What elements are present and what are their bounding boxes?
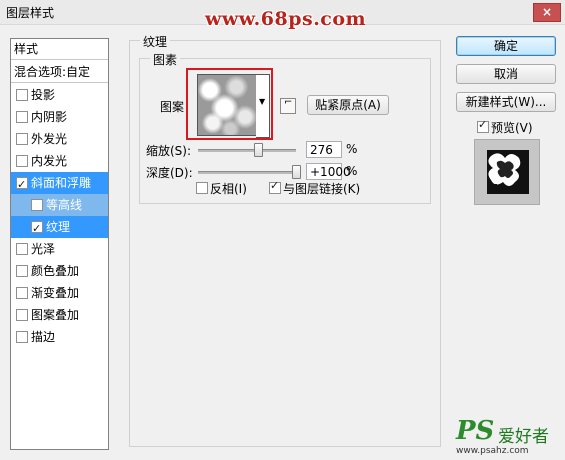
checkbox-icon[interactable] xyxy=(16,331,28,343)
checkbox-icon[interactable] xyxy=(31,218,43,240)
checkbox-icon[interactable] xyxy=(16,89,28,101)
pattern-swatch[interactable] xyxy=(197,74,258,136)
style-item-label: 描边 xyxy=(31,330,56,344)
new-preset-button[interactable]: ⌐ xyxy=(280,97,296,114)
style-item-stroke[interactable]: 描边 xyxy=(11,326,108,348)
checkbox-icon[interactable] xyxy=(16,155,28,167)
scale-unit: % xyxy=(346,142,358,156)
style-item-inner-shadow[interactable]: 内阴影 xyxy=(11,106,108,128)
elements-group-title: 图素 xyxy=(150,51,181,68)
checkbox-icon[interactable] xyxy=(16,174,28,196)
style-list-header[interactable]: 样式 xyxy=(11,39,108,60)
watermark-logo: PS xyxy=(456,416,495,446)
style-list: 样式 混合选项:自定 投影 内阴影 外发光 内发光 斜面和浮雕 等高线 纹理 光… xyxy=(10,38,109,450)
style-item-label: 光泽 xyxy=(31,242,56,256)
ok-button[interactable]: 确定 xyxy=(456,36,556,56)
link-with-layer-label: 与图层链接(K) xyxy=(283,182,361,196)
pattern-picker-dropdown[interactable]: ▼ xyxy=(256,74,270,138)
depth-field[interactable]: +1000 xyxy=(306,163,351,180)
style-item-pattern-overlay[interactable]: 图案叠加 xyxy=(11,304,108,326)
style-item-label: 颜色叠加 xyxy=(31,264,80,278)
watermark-url: www.psahz.com xyxy=(456,446,529,456)
style-item-label: 内阴影 xyxy=(31,110,68,124)
checkbox-icon[interactable] xyxy=(31,199,43,211)
checkbox-icon[interactable] xyxy=(16,287,28,299)
checkbox-icon[interactable] xyxy=(16,265,28,277)
link-with-layer-checkbox[interactable] xyxy=(269,179,281,194)
cancel-button[interactable]: 取消 xyxy=(456,64,556,84)
style-item-drop-shadow[interactable]: 投影 xyxy=(11,84,108,106)
style-item-label: 外发光 xyxy=(31,132,68,146)
preview-label: 预览(V) xyxy=(491,121,533,135)
watermark-top: www.68ps.com xyxy=(205,8,367,30)
checkbox-icon[interactable] xyxy=(16,243,28,255)
depth-slider-track[interactable] xyxy=(198,171,296,174)
style-item-label: 内发光 xyxy=(31,154,68,168)
style-item-texture[interactable]: 纹理 xyxy=(11,216,108,240)
style-item-outer-glow[interactable]: 外发光 xyxy=(11,128,108,150)
new-style-button[interactable]: 新建样式(W)... xyxy=(456,92,556,112)
depth-label: 深度(D): xyxy=(146,166,193,180)
snap-to-origin-button[interactable]: 贴紧原点(A) xyxy=(307,95,389,115)
pattern-label: 图案 xyxy=(160,100,185,114)
style-item-label: 渐变叠加 xyxy=(31,286,80,300)
style-item-contour[interactable]: 等高线 xyxy=(11,194,108,216)
depth-unit: % xyxy=(346,164,358,178)
scale-slider-thumb[interactable] xyxy=(254,143,263,157)
style-item-bevel-emboss[interactable]: 斜面和浮雕 xyxy=(11,172,108,196)
preview-swatch-graphic xyxy=(475,140,539,204)
blend-options-item[interactable]: 混合选项:自定 xyxy=(11,62,108,83)
style-item-label: 图案叠加 xyxy=(31,308,80,322)
texture-section-title: 纹理 xyxy=(140,33,171,50)
new-preset-icon: ⌐ xyxy=(284,97,293,108)
style-item-inner-glow[interactable]: 内发光 xyxy=(11,150,108,172)
style-item-gradient-overlay[interactable]: 渐变叠加 xyxy=(11,282,108,304)
preview-checkbox[interactable] xyxy=(477,118,489,133)
style-item-label: 斜面和浮雕 xyxy=(31,176,92,190)
style-preview-thumbnail xyxy=(474,139,540,205)
checkbox-icon[interactable] xyxy=(16,133,28,145)
window-title: 图层样式 xyxy=(6,6,55,20)
style-item-color-overlay[interactable]: 颜色叠加 xyxy=(11,260,108,282)
watermark-text: 爱好者 xyxy=(498,427,549,447)
style-item-label: 纹理 xyxy=(46,220,71,234)
scale-field[interactable]: 276 xyxy=(306,141,342,158)
scale-slider-track[interactable] xyxy=(198,149,296,152)
close-icon: × xyxy=(541,5,553,19)
checkbox-icon[interactable] xyxy=(16,309,28,321)
invert-checkbox[interactable] xyxy=(196,182,208,194)
dropdown-arrow-icon: ▼ xyxy=(259,97,266,106)
scale-label: 缩放(S): xyxy=(146,144,192,158)
style-item-label: 等高线 xyxy=(46,198,83,212)
close-button[interactable]: × xyxy=(533,3,561,22)
invert-label: 反相(I) xyxy=(210,182,247,196)
style-item-satin[interactable]: 光泽 xyxy=(11,238,108,260)
checkbox-icon[interactable] xyxy=(16,111,28,123)
depth-slider-thumb[interactable] xyxy=(292,165,301,179)
style-item-label: 投影 xyxy=(31,88,56,102)
